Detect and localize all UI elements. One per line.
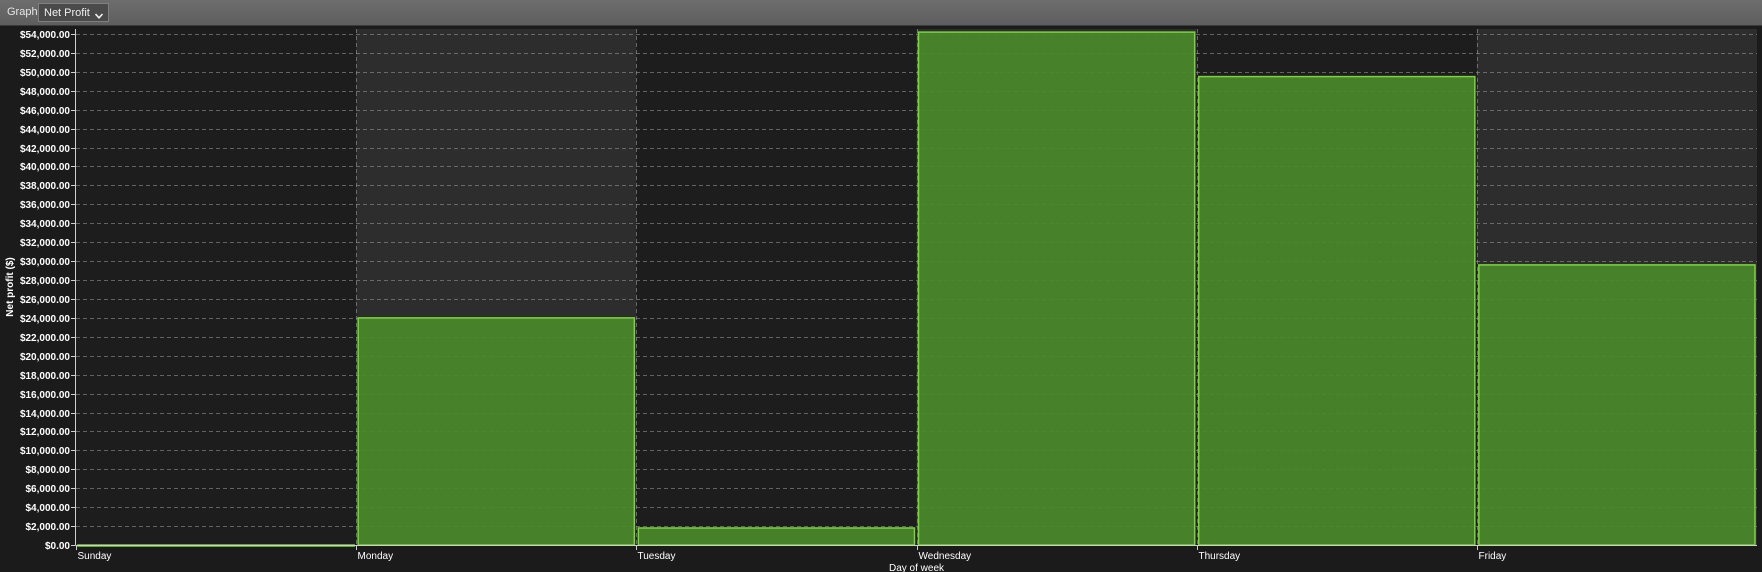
graph-label: Graph [7,6,38,18]
bar [917,31,1196,546]
net-profit-bar-chart: $0.00 $2,000.00 $4,000.00 $6,000.00 $8,000.0… [5,29,1757,572]
y-tick-label: $2,000.00 [26,522,71,533]
y-tick-label: $38,000.00 [20,181,70,192]
y-tick-label: $0.00 [45,541,70,552]
y-tick-label: $50,000.00 [20,68,70,79]
y-tick-label: $30,000.00 [20,257,70,268]
x-tick-label: Wednesday [919,551,972,562]
plot-band [76,29,357,545]
y-tick-label: $52,000.00 [20,49,70,60]
bar [1197,75,1476,546]
graph-type-select[interactable]: Net Profit [38,3,109,22]
y-tick-label: $40,000.00 [20,162,70,173]
plot-band [636,29,917,545]
chart-area: $0.00 $2,000.00 $4,000.00 $6,000.00 $8,000.0… [0,26,1762,572]
y-tick-label: $22,000.00 [20,333,70,344]
y-tick-labels: $0.00 $2,000.00 $4,000.00 $6,000.00 $8,000.0… [20,30,70,552]
y-tick-label: $44,000.00 [20,125,70,136]
x-tick-label: Tuesday [638,551,676,562]
chevron-down-icon [94,8,104,19]
y-tick-label: $4,000.00 [26,503,71,514]
x-tick-labels: Sunday Monday Tuesday Wednesday Thursday Frid… [78,551,1507,562]
y-tick-label: $54,000.00 [20,30,70,41]
y-tick-label: $6,000.00 [26,484,71,495]
y-tick-label: $36,000.00 [20,200,70,211]
graph-type-select-value: Net Profit [44,6,90,19]
app-window: Graph Net Profit $0.00 $2,000.00 $4,000.00… [0,0,1762,572]
toolbar: Graph Net Profit [0,0,1762,26]
y-tick-label: $12,000.00 [20,427,70,438]
bar [357,317,636,546]
y-tick-label: $28,000.00 [20,276,70,287]
y-tick-label: $20,000.00 [20,352,70,363]
x-tick-label: Sunday [78,551,112,562]
y-tick-label: $48,000.00 [20,87,70,98]
x-axis-label: Day of week [889,563,945,572]
y-tick-label: $32,000.00 [20,238,70,249]
y-tick-label: $34,000.00 [20,219,70,230]
y-tick-label: $8,000.00 [26,465,71,476]
y-tick-label: $24,000.00 [20,314,70,325]
bar [1478,264,1756,546]
y-tick-label: $46,000.00 [20,106,70,117]
y-axis-label: Net profit ($) [5,257,16,316]
x-tick-label: Thursday [1199,551,1241,562]
y-tick-label: $42,000.00 [20,144,70,155]
bar [637,527,916,546]
y-tick-label: $10,000.00 [20,446,70,457]
y-tick-label: $26,000.00 [20,295,70,306]
y-tick-label: $14,000.00 [20,409,70,420]
x-tick-label: Friday [1479,551,1507,562]
y-tick-label: $18,000.00 [20,371,70,382]
x-tick-label: Monday [358,551,394,562]
y-tick-label: $16,000.00 [20,390,70,401]
